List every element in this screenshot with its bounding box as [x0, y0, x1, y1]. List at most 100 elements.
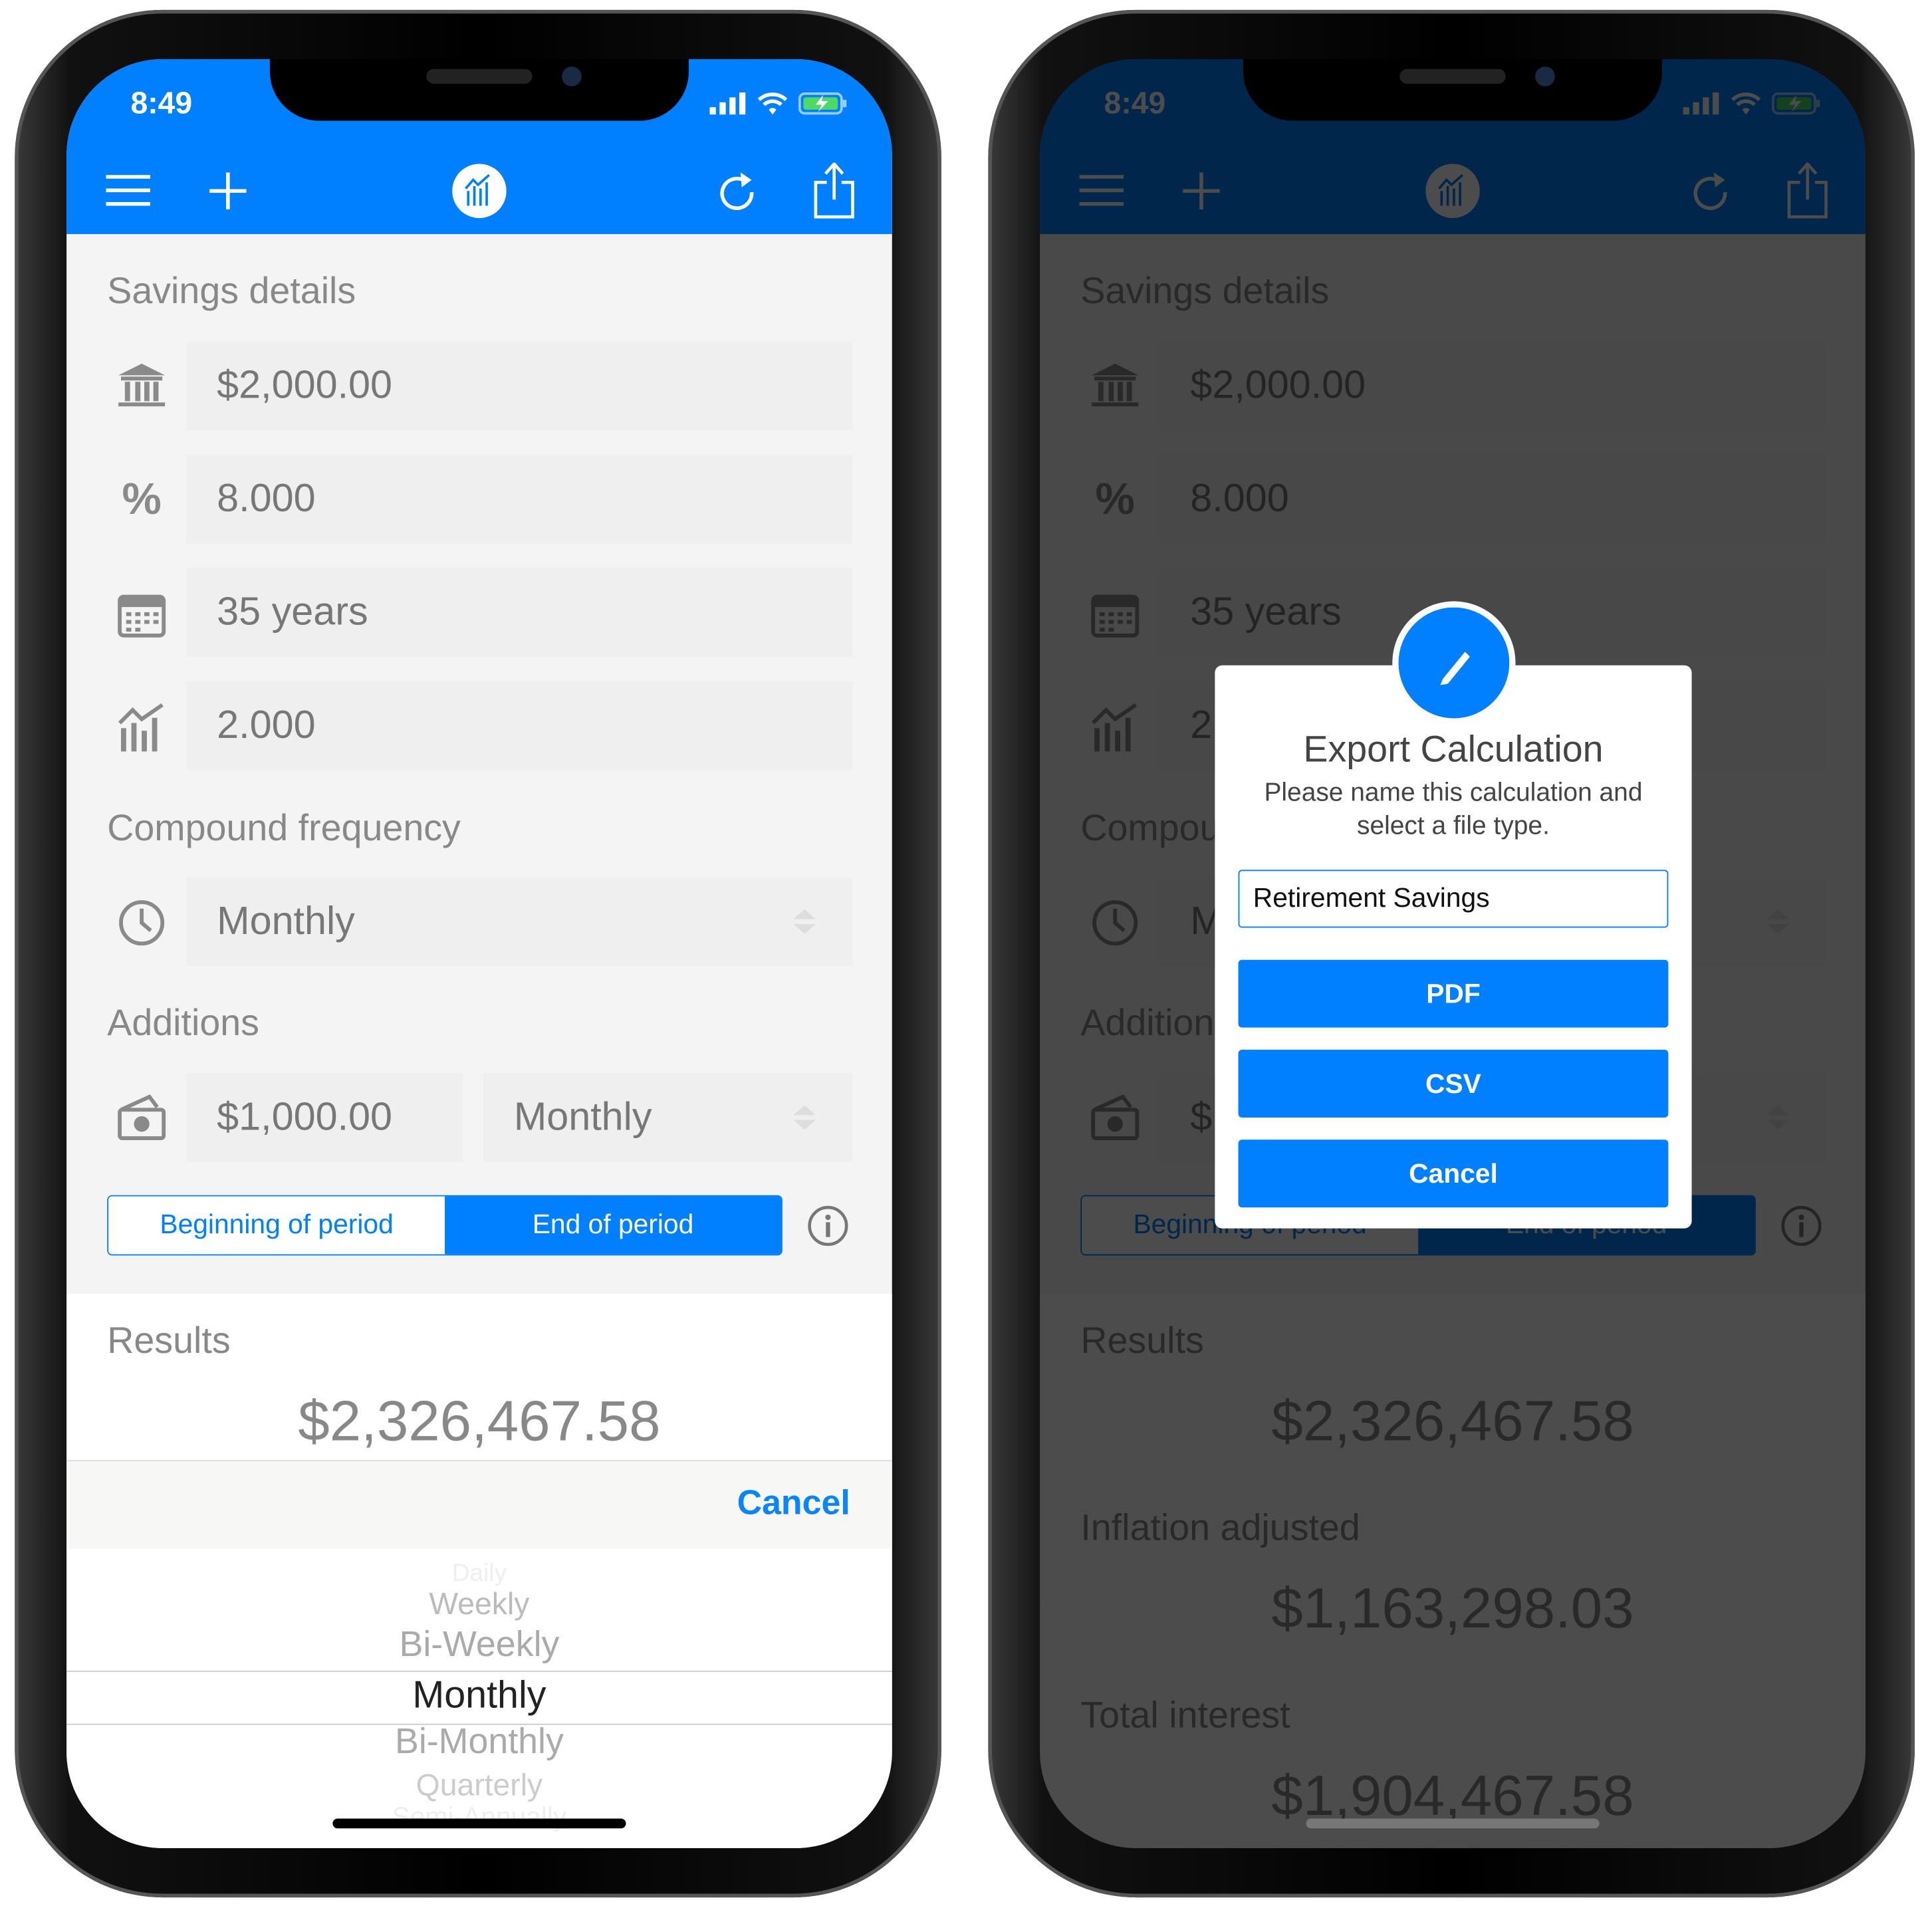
dialog-title: Export Calculation [1303, 729, 1604, 771]
status-time: 8:49 [1104, 86, 1166, 121]
refresh-icon[interactable] [1691, 168, 1730, 212]
clock-icon [1092, 900, 1138, 946]
inflation-chart-icon [1092, 703, 1138, 752]
inflation-value: 2.000 [217, 702, 316, 747]
notch [269, 59, 689, 121]
picker-option[interactable]: Bi-Monthly [66, 1723, 892, 1763]
addition-amount-value: $1,000.00 [217, 1094, 393, 1139]
picker-option[interactable]: Semi-Annually [66, 1802, 892, 1834]
chart-logo-icon[interactable] [452, 164, 507, 219]
picker-toolbar: Cancel [66, 1460, 892, 1549]
picker-option[interactable]: Weekly [66, 1587, 892, 1623]
inflation-adjusted-value: $1,163,298.03 [1271, 1576, 1634, 1640]
app-screen-dimmed: 8:49 Savings details $2,000.00 % 8.000 3… [1040, 59, 1866, 1848]
status-time: 8:49 [130, 86, 193, 121]
results-total: $2,326,467.58 [1271, 1388, 1634, 1453]
dialog-cancel-button[interactable]: Cancel [1238, 1139, 1669, 1208]
battery-charging-icon [798, 92, 847, 115]
addition-frequency-value: Monthly [513, 1094, 652, 1139]
chart-logo-icon[interactable] [1425, 164, 1480, 219]
principal-value: $2,000.00 [1190, 362, 1366, 407]
calendar-icon [118, 594, 166, 638]
money-icon [1091, 1094, 1140, 1140]
dialog-icon-badge [1392, 601, 1516, 725]
principal-input[interactable]: $2,000.00 [1159, 341, 1826, 430]
picker-option[interactable]: Bi-Weekly [66, 1625, 892, 1666]
plus-icon[interactable] [209, 172, 247, 210]
dialog-message: Please name this calculation and select a… [1215, 776, 1691, 843]
export-dialog: Export Calculation Please name this calc… [1215, 601, 1692, 1229]
percent-icon: % [122, 473, 162, 524]
additions-label: Additions [1080, 1003, 1233, 1044]
pencil-icon [1398, 607, 1510, 719]
rate-value: 8.000 [1190, 475, 1289, 521]
segment-end[interactable]: End of period [445, 1196, 781, 1254]
info-icon[interactable] [807, 1205, 849, 1247]
rate-value: 8.000 [217, 475, 316, 521]
addition-frequency-select[interactable]: Monthly [483, 1073, 853, 1162]
calendar-icon [1091, 594, 1140, 638]
inflation-adjusted-label: Inflation adjusted [1080, 1508, 1360, 1549]
calculation-name-input[interactable]: Retirement Savings [1238, 870, 1669, 928]
dialog-message-line1: Please name this calculation and [1264, 778, 1643, 807]
info-icon[interactable] [1780, 1205, 1822, 1247]
inflation-chart-icon [118, 703, 164, 752]
picker-option[interactable]: Quarterly [66, 1768, 892, 1804]
wifi-icon [1731, 92, 1761, 115]
savings-details-label: Savings details [1080, 271, 1330, 312]
results-panel: Results $2,326,467.58 Cancel Daily Weekl… [66, 1293, 892, 1848]
segment-beginning[interactable]: Beginning of period [108, 1196, 445, 1254]
inflation-input[interactable]: 2.000 [185, 681, 853, 771]
share-icon[interactable] [813, 162, 855, 219]
plus-icon[interactable] [1183, 172, 1220, 210]
share-icon[interactable] [1786, 162, 1828, 219]
compound-frequency-label: Compound frequency [107, 808, 461, 849]
select-arrows-icon [1766, 1105, 1789, 1130]
rate-input[interactable]: 8.000 [185, 454, 853, 544]
battery-charging-icon [1772, 92, 1820, 115]
refresh-icon[interactable] [717, 168, 757, 212]
principal-value: $2,000.00 [217, 362, 393, 407]
results-label: Results [107, 1320, 231, 1362]
select-arrows-icon [793, 1105, 816, 1130]
total-interest-label: Total interest [1080, 1695, 1290, 1736]
results-panel: Results $2,326,467.58 Inflation adjusted… [1040, 1293, 1866, 1848]
money-icon [118, 1094, 166, 1140]
pdf-button[interactable]: PDF [1238, 959, 1669, 1028]
results-label: Results [1080, 1320, 1204, 1362]
select-arrows-icon [1766, 909, 1789, 934]
percent-icon: % [1095, 473, 1135, 524]
app-screen: 8:49 Savings details $2,000.00 % 8.000 3… [66, 59, 892, 1848]
signal-icon [709, 92, 746, 115]
picker-cancel-button[interactable]: Cancel [737, 1483, 850, 1522]
savings-details-label: Savings details [107, 271, 356, 312]
wifi-icon [757, 92, 788, 115]
principal-input[interactable]: $2,000.00 [185, 341, 853, 430]
phone-left: 8:49 Savings details $2,000.00 % 8.000 3… [15, 9, 941, 1898]
picker-option[interactable]: Daily [66, 1560, 892, 1588]
phone-right: 8:49 Savings details $2,000.00 % 8.000 3… [988, 9, 1915, 1898]
dialog-message-line2: select a file type. [1357, 812, 1550, 840]
notch [1243, 59, 1663, 121]
clock-icon [119, 900, 165, 946]
csv-button[interactable]: CSV [1238, 1050, 1669, 1118]
period-segmented-control: Beginning of period End of period [107, 1195, 783, 1256]
home-indicator[interactable] [1306, 1818, 1600, 1829]
compound-frequency-select[interactable]: Monthly [185, 877, 853, 966]
results-total: $2,326,467.58 [298, 1388, 661, 1453]
status-icons [1683, 91, 1822, 116]
term-input[interactable]: 35 years [185, 568, 853, 657]
picker-option-selected[interactable]: Monthly [66, 1673, 892, 1718]
menu-icon[interactable] [106, 175, 151, 207]
bank-icon [118, 364, 166, 407]
bank-icon [1092, 364, 1139, 407]
term-value: 35 years [217, 588, 368, 634]
addition-amount-input[interactable]: $1,000.00 [185, 1073, 463, 1162]
signal-icon [1683, 92, 1719, 115]
additions-label: Additions [107, 1003, 259, 1044]
term-value: 35 years [1190, 588, 1342, 634]
compound-value: Monthly [217, 898, 355, 943]
home-indicator[interactable] [332, 1818, 626, 1829]
menu-icon[interactable] [1079, 175, 1124, 207]
rate-input[interactable]: 8.000 [1159, 454, 1826, 544]
